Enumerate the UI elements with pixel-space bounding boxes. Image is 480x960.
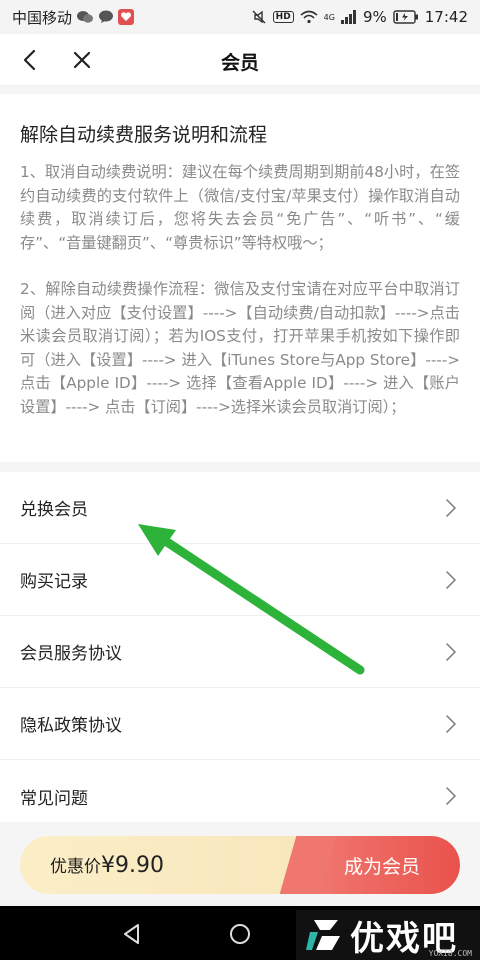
chevron-right-icon xyxy=(446,642,456,661)
chevron-right-icon xyxy=(446,498,456,517)
watermark-logo-icon xyxy=(306,920,340,950)
nav-home-icon[interactable] xyxy=(228,922,252,946)
chat-bubble-icon xyxy=(98,10,114,24)
section-divider xyxy=(0,462,480,472)
price-bar: 优惠价¥9.90 成为会员 xyxy=(20,836,460,894)
nav-back-icon[interactable] xyxy=(120,922,144,946)
wifi-icon xyxy=(300,10,318,24)
menu-item-label: 会员服务协议 xyxy=(20,644,122,664)
status-left: 中国移动 xyxy=(12,7,135,28)
menu-item-privacy-policy[interactable]: 隐私政策协议 xyxy=(0,688,480,760)
status-right: HD 4G 9% 17:42 xyxy=(251,8,468,26)
menu-item-redeem-membership[interactable]: 兑换会员 xyxy=(0,472,480,544)
info-paragraph-cancel: 1、取消自动续费说明：建议在每个续费周期到期前48小时，在签约自动续费的支付软件… xyxy=(20,163,460,252)
chevron-right-icon xyxy=(446,787,456,805)
become-member-label: 成为会员 xyxy=(343,855,420,878)
page-title: 会员 xyxy=(220,52,259,74)
menu-item-label: 常见问题 xyxy=(20,788,88,809)
menu-item-purchase-history[interactable]: 购买记录 xyxy=(0,544,480,616)
info-title: 解除自动续费服务说明和流程 xyxy=(20,124,268,146)
menu-item-label: 兑换会员 xyxy=(20,500,88,520)
price-text: 优惠价¥9.90 xyxy=(50,852,164,878)
chevron-right-icon xyxy=(446,714,456,733)
info-paragraph-steps: 2、解除自动续费操作流程：微信及支付宝请在对应平台中取消订阅（进入对应【支付设置… xyxy=(20,280,460,416)
watermark-logo: 优戏吧 YOXI8.COM xyxy=(296,910,480,960)
hd-badge: HD xyxy=(272,11,294,23)
menu-item-label: 购买记录 xyxy=(20,572,88,592)
app-badge-icon xyxy=(118,9,135,25)
price-label: 优惠价 xyxy=(50,857,101,877)
network-label: 4G xyxy=(323,12,335,22)
carrier-label: 中国移动 xyxy=(12,8,73,27)
mute-icon xyxy=(251,9,267,25)
menu-item-label: 隐私政策协议 xyxy=(20,716,122,736)
watermark-sub: YOXI8.COM xyxy=(428,949,472,958)
header-gap xyxy=(0,86,480,94)
signal-icon xyxy=(340,10,357,24)
wechat-icon xyxy=(76,10,94,24)
member-menu-list: 兑换会员 购买记录 会员服务协议 隐私政策协议 常见问题 xyxy=(0,472,480,832)
battery-percent: 9% xyxy=(362,8,387,26)
become-member-button[interactable]: 成为会员 xyxy=(304,836,460,894)
price-value: ¥9.90 xyxy=(101,853,164,878)
purchase-area: 优惠价¥9.90 成为会员 xyxy=(0,822,480,906)
auto-renew-info: 解除自动续费服务说明和流程 1、取消自动续费说明：建议在每个续费周期到期前48小… xyxy=(0,94,480,466)
chevron-right-icon xyxy=(446,570,456,589)
top-app-bar: 会员 xyxy=(0,34,480,86)
battery-icon xyxy=(393,10,419,24)
menu-item-membership-agreement[interactable]: 会员服务协议 xyxy=(0,616,480,688)
clock: 17:42 xyxy=(424,8,468,26)
status-bar: 中国移动 HD 4G 9% 17:42 xyxy=(0,0,480,34)
